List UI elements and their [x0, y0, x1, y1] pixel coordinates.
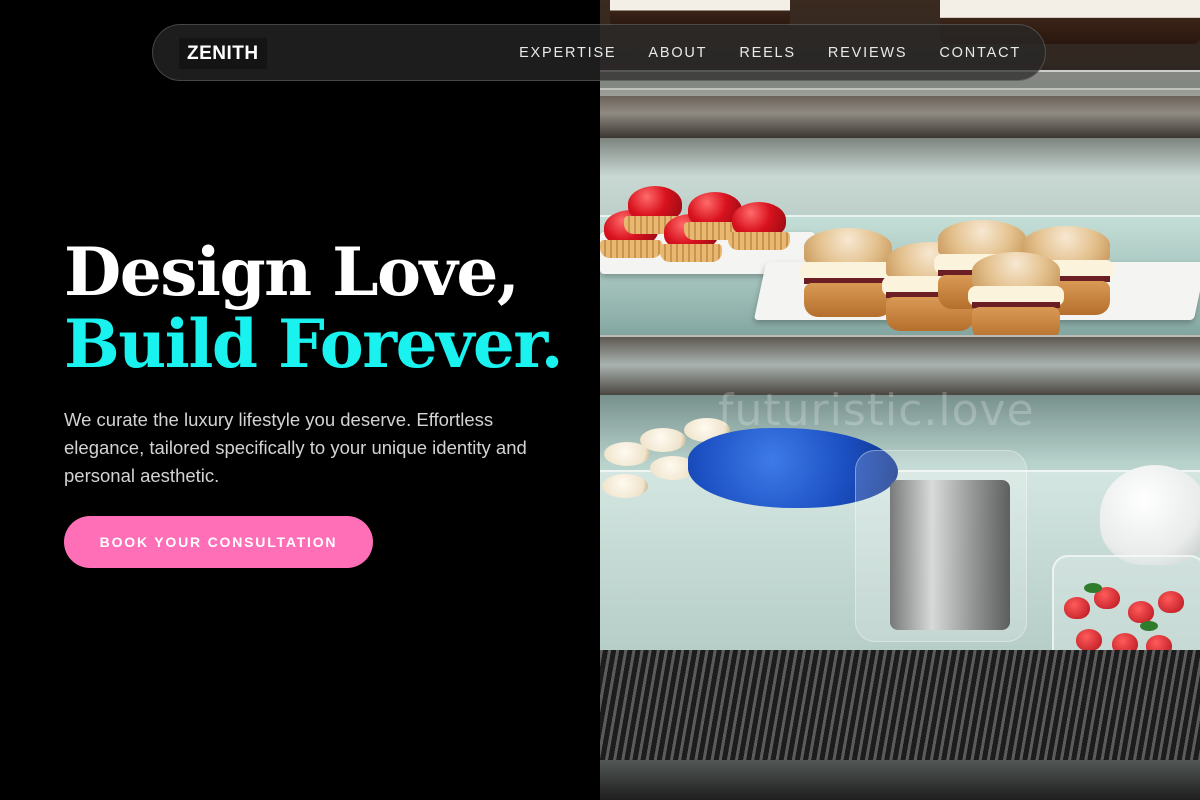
metal-container	[890, 480, 1010, 630]
nav-link-reels[interactable]: REELS	[739, 45, 796, 61]
nav-links: EXPERTISE ABOUT REELS REVIEWS CONTACT	[519, 25, 1021, 80]
watermark-text: futuristic.love	[718, 385, 1035, 436]
landing-page: futuristic.love ZENITH EXPERTISE ABOUT R…	[0, 0, 1200, 800]
nav-link-about[interactable]: ABOUT	[648, 45, 707, 61]
top-navigation-bar: ZENITH EXPERTISE ABOUT REELS REVIEWS CON…	[152, 24, 1046, 81]
hero-headline-line2: Build Forever.	[64, 305, 564, 383]
white-bowl	[1100, 465, 1200, 565]
hero-section: Design Love, Build Forever. We curate th…	[64, 236, 584, 490]
hero-headline-line1: Design Love,	[64, 233, 520, 311]
hero-subtext: We curate the luxury lifestyle you deser…	[64, 409, 527, 486]
hero-headline: Design Love, Build Forever.	[64, 236, 584, 380]
chocolate-cake-slice	[610, 0, 790, 26]
nav-link-reviews[interactable]: REVIEWS	[828, 45, 907, 61]
brand-logo[interactable]: ZENITH	[179, 38, 267, 69]
display-case-grille	[600, 650, 1200, 760]
strawberry-tart	[728, 202, 790, 250]
meringue-cookie	[640, 428, 686, 452]
meringue-cookie	[602, 474, 648, 498]
nav-link-contact[interactable]: CONTACT	[939, 45, 1021, 61]
cream-scone	[968, 252, 1064, 344]
nav-link-expertise[interactable]: EXPERTISE	[519, 45, 616, 61]
book-consultation-button[interactable]: BOOK YOUR CONSULTATION	[64, 516, 373, 568]
